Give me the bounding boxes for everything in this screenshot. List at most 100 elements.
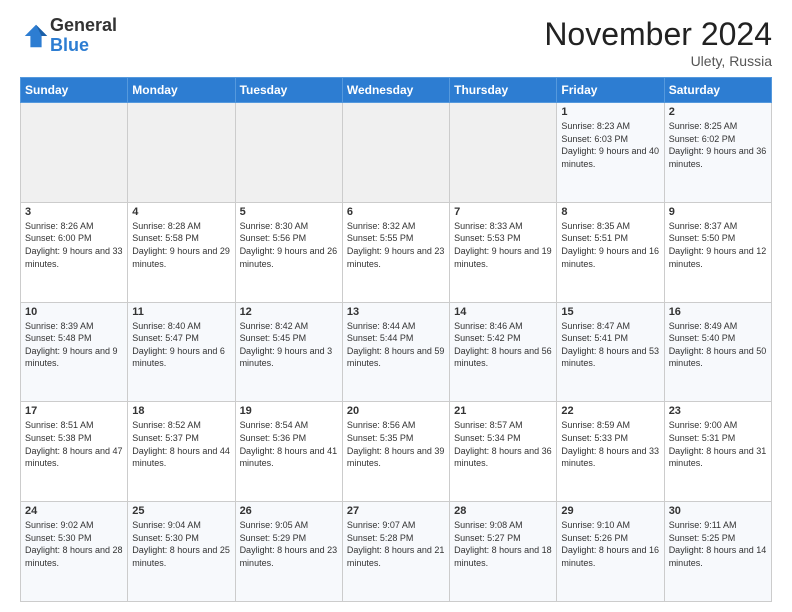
day-cell: 9 Sunrise: 8:37 AMSunset: 5:50 PMDaylight… [664,202,771,302]
title-block: November 2024 Ulety, Russia [544,16,772,69]
day-cell: 16Sunrise: 8:49 AMSunset: 5:40 PMDayligh… [664,302,771,402]
day-info: Sunrise: 8:39 AMSunset: 5:48 PMDaylight:… [25,320,123,370]
day-cell: 25 Sunrise: 9:04 AMSunset: 5:30 PMDayligh… [128,502,235,602]
week-row-5: 24Sunrise: 9:02 AMSunset: 5:30 PMDayligh… [21,502,772,602]
weekday-header-thursday: Thursday [450,78,557,103]
day-number: 22 [561,405,659,417]
day-info: Sunrise: 8:35 AMSunset: 5:51 PMDaylight:… [561,220,659,270]
day-cell: 29 Sunrise: 9:10 AMSunset: 5:26 PMDayligh… [557,502,664,602]
day-info: Sunrise: 8:46 AMSunset: 5:42 PMDaylight:… [454,320,552,370]
day-info: Sunrise: 9:10 AMSunset: 5:26 PMDaylight:… [561,519,659,569]
day-number: 25 [132,505,230,517]
day-info: Sunrise: 8:51 AMSunset: 5:38 PMDaylight:… [25,419,123,469]
day-number: 11 [132,306,230,318]
day-cell: 10 Sunrise: 8:39 AMSunset: 5:48 PMDayligh… [21,302,128,402]
logo-icon [22,22,50,50]
day-number: 1 [561,106,659,118]
day-info: Sunrise: 9:07 AMSunset: 5:28 PMDaylight:… [347,519,445,569]
day-info: Sunrise: 8:32 AMSunset: 5:55 PMDaylight:… [347,220,445,270]
day-number: 6 [347,206,445,218]
day-cell: 30 Sunrise: 9:11 AMSunset: 5:25 PMDayligh… [664,502,771,602]
day-info: Sunrise: 8:37 AMSunset: 5:50 PMDaylight:… [669,220,767,270]
day-cell: 19Sunrise: 8:54 AMSunset: 5:36 PMDayligh… [235,402,342,502]
weekday-header-sunday: Sunday [21,78,128,103]
day-cell: 17 Sunrise: 8:51 AMSunset: 5:38 PMDayligh… [21,402,128,502]
day-cell: 7 Sunrise: 8:33 AMSunset: 5:53 PMDaylight… [450,202,557,302]
week-row-3: 10 Sunrise: 8:39 AMSunset: 5:48 PMDayligh… [21,302,772,402]
day-number: 30 [669,505,767,517]
day-number: 21 [454,405,552,417]
weekday-header-wednesday: Wednesday [342,78,449,103]
day-number: 3 [25,206,123,218]
day-number: 15 [561,306,659,318]
day-cell: 11 Sunrise: 8:40 AMSunset: 5:47 PMDayligh… [128,302,235,402]
day-info: Sunrise: 9:11 AMSunset: 5:25 PMDaylight:… [669,519,767,569]
day-number: 4 [132,206,230,218]
day-info: Sunrise: 8:49 AMSunset: 5:40 PMDaylight:… [669,320,767,370]
day-info: Sunrise: 8:23 AMSunset: 6:03 PMDaylight:… [561,120,659,170]
day-info: Sunrise: 8:28 AMSunset: 5:58 PMDaylight:… [132,220,230,270]
header: General Blue November 2024 Ulety, Russia [20,16,772,69]
day-cell [450,103,557,203]
weekday-header-friday: Friday [557,78,664,103]
day-info: Sunrise: 8:33 AMSunset: 5:53 PMDaylight:… [454,220,552,270]
page: General Blue November 2024 Ulety, Russia… [0,0,792,612]
day-number: 8 [561,206,659,218]
day-cell: 14 Sunrise: 8:46 AMSunset: 5:42 PMDayligh… [450,302,557,402]
day-info: Sunrise: 8:47 AMSunset: 5:41 PMDaylight:… [561,320,659,370]
logo-general: General [50,15,117,35]
day-cell: 6 Sunrise: 8:32 AMSunset: 5:55 PMDaylight… [342,202,449,302]
day-cell: 22 Sunrise: 8:59 AMSunset: 5:33 PMDayligh… [557,402,664,502]
calendar-table: SundayMondayTuesdayWednesdayThursdayFrid… [20,77,772,602]
day-cell: 8 Sunrise: 8:35 AMSunset: 5:51 PMDaylight… [557,202,664,302]
logo-text: General Blue [50,16,117,56]
weekday-header-monday: Monday [128,78,235,103]
day-number: 28 [454,505,552,517]
day-info: Sunrise: 8:30 AMSunset: 5:56 PMDaylight:… [240,220,338,270]
day-cell: 1 Sunrise: 8:23 AMSunset: 6:03 PMDaylight… [557,103,664,203]
day-number: 18 [132,405,230,417]
day-number: 9 [669,206,767,218]
logo: General Blue [20,16,117,56]
day-info: Sunrise: 9:00 AMSunset: 5:31 PMDaylight:… [669,419,767,469]
day-number: 7 [454,206,552,218]
day-number: 2 [669,106,767,118]
day-info: Sunrise: 9:04 AMSunset: 5:30 PMDaylight:… [132,519,230,569]
location: Ulety, Russia [544,53,772,69]
day-cell: 28Sunrise: 9:08 AMSunset: 5:27 PMDayligh… [450,502,557,602]
week-row-1: 1 Sunrise: 8:23 AMSunset: 6:03 PMDaylight… [21,103,772,203]
day-cell [235,103,342,203]
day-info: Sunrise: 8:25 AMSunset: 6:02 PMDaylight:… [669,120,767,170]
day-info: Sunrise: 8:56 AMSunset: 5:35 PMDaylight:… [347,419,445,469]
day-info: Sunrise: 8:26 AMSunset: 6:00 PMDaylight:… [25,220,123,270]
day-number: 14 [454,306,552,318]
logo-blue: Blue [50,35,89,55]
day-cell: 18Sunrise: 8:52 AMSunset: 5:37 PMDayligh… [128,402,235,502]
day-number: 17 [25,405,123,417]
day-cell: 5 Sunrise: 8:30 AMSunset: 5:56 PMDaylight… [235,202,342,302]
day-info: Sunrise: 8:40 AMSunset: 5:47 PMDaylight:… [132,320,230,370]
day-info: Sunrise: 9:02 AMSunset: 5:30 PMDaylight:… [25,519,123,569]
day-cell: 12 Sunrise: 8:42 AMSunset: 5:45 PMDayligh… [235,302,342,402]
day-number: 29 [561,505,659,517]
week-row-2: 3 Sunrise: 8:26 AMSunset: 6:00 PMDaylight… [21,202,772,302]
day-cell [21,103,128,203]
weekday-header-saturday: Saturday [664,78,771,103]
day-number: 5 [240,206,338,218]
day-number: 26 [240,505,338,517]
month-title: November 2024 [544,16,772,53]
day-cell: 15 Sunrise: 8:47 AMSunset: 5:41 PMDayligh… [557,302,664,402]
day-cell: 4 Sunrise: 8:28 AMSunset: 5:58 PMDaylight… [128,202,235,302]
day-cell [128,103,235,203]
day-number: 23 [669,405,767,417]
day-info: Sunrise: 8:42 AMSunset: 5:45 PMDaylight:… [240,320,338,370]
day-number: 12 [240,306,338,318]
day-cell [342,103,449,203]
day-cell: 20Sunrise: 8:56 AMSunset: 5:35 PMDayligh… [342,402,449,502]
day-info: Sunrise: 8:59 AMSunset: 5:33 PMDaylight:… [561,419,659,469]
day-cell: 26Sunrise: 9:05 AMSunset: 5:29 PMDayligh… [235,502,342,602]
day-info: Sunrise: 8:57 AMSunset: 5:34 PMDaylight:… [454,419,552,469]
day-number: 10 [25,306,123,318]
day-cell: 21 Sunrise: 8:57 AMSunset: 5:34 PMDayligh… [450,402,557,502]
day-number: 19 [240,405,338,417]
